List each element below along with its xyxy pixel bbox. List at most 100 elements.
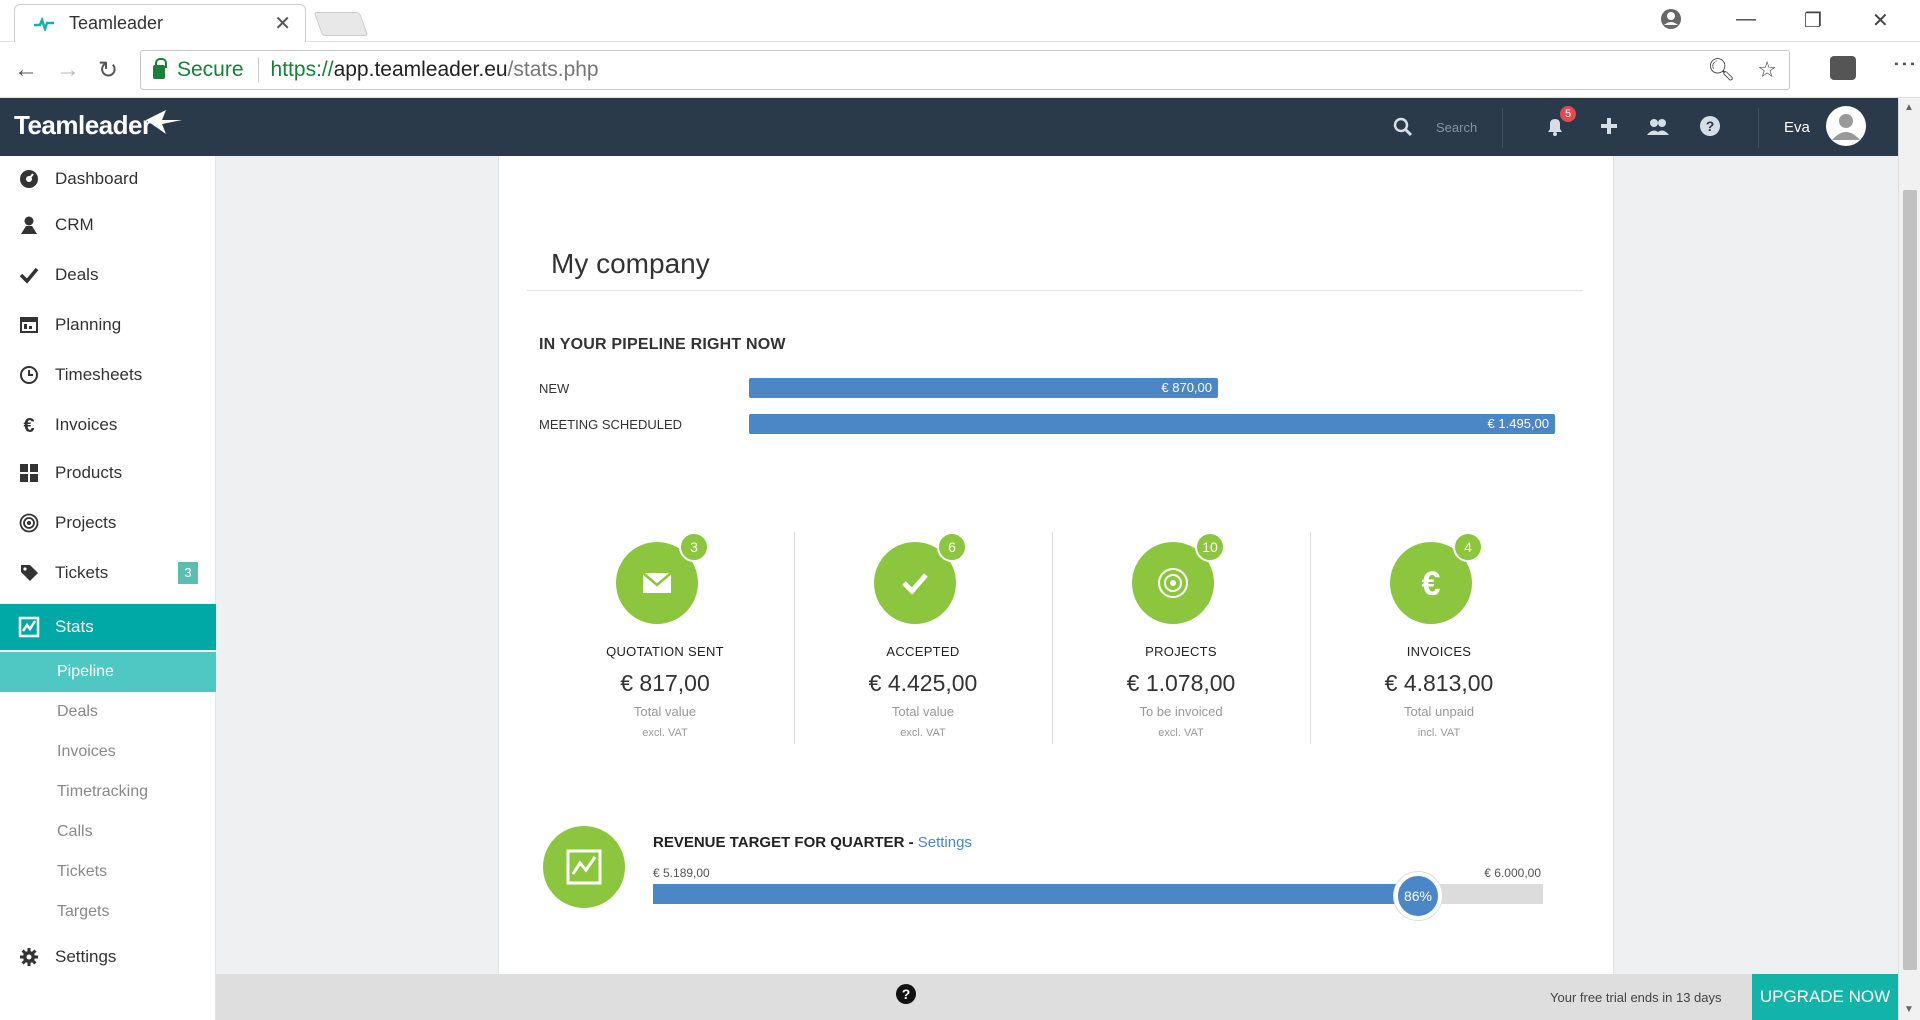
sidebar-item-label: Deals <box>55 265 99 284</box>
sidebar-subitem-label: Invoices <box>57 743 116 760</box>
envelope-icon <box>642 572 672 593</box>
address-divider <box>257 57 259 83</box>
address-bar[interactable]: Secure https:// app.teamleader.eu /stats… <box>140 50 1790 90</box>
sidebar-item-label: Timesheets <box>55 365 143 384</box>
help-icon[interactable]: ? <box>1698 114 1722 138</box>
sidebar-subitem-label: Calls <box>57 823 93 840</box>
revenue-settings-link[interactable]: Settings <box>918 834 972 851</box>
search-icon[interactable] <box>1392 116 1414 138</box>
tickets-count-badge: 3 <box>178 562 198 584</box>
checkmark-icon <box>902 573 928 595</box>
app-header: Teamleader Search 5 ? Eva <box>0 98 1898 156</box>
header-divider <box>1502 108 1503 148</box>
scroll-up-arrow-icon[interactable]: ▲ <box>1904 102 1914 113</box>
window-close-icon[interactable]: ✕ <box>1872 8 1889 33</box>
browser-menu-icon[interactable]: ⋮ <box>1890 52 1918 76</box>
sidebar-item-deals[interactable]: Deals <box>0 252 216 298</box>
header-divider <box>1758 108 1759 148</box>
pipeline-label-new: NEW <box>539 381 570 396</box>
search-input[interactable]: Search <box>1436 120 1477 135</box>
page-scrollbar[interactable]: ▲ ▼ <box>1898 98 1920 1020</box>
sidebar-item-planning[interactable]: Planning <box>0 302 216 348</box>
url-host: app.teamleader.eu <box>333 58 508 81</box>
clock-icon <box>20 366 38 384</box>
plus-icon[interactable] <box>1597 114 1621 138</box>
avatar[interactable] <box>1826 106 1866 146</box>
users-icon[interactable] <box>1646 114 1670 138</box>
kpi-subtitle: Total unpaid <box>1403 704 1475 719</box>
help-button[interactable]: ? <box>896 984 916 1004</box>
scroll-thumb[interactable] <box>1903 190 1917 970</box>
kpi-title: ACCEPTED <box>886 644 960 659</box>
pipeline-bar-meeting-scheduled[interactable]: € 1.495,00 <box>749 414 1555 434</box>
browser-tab[interactable]: Teamleader ✕ <box>14 4 306 42</box>
notification-badge: 5 <box>1560 106 1576 122</box>
svg-text:?: ? <box>1706 118 1715 134</box>
tag-icon <box>21 565 38 581</box>
pipeline-bar-new[interactable]: € 870,00 <box>749 378 1218 398</box>
sidebar-subitem-targets[interactable]: Targets <box>0 892 216 932</box>
main-content: My company IN YOUR PIPELINE RIGHT NOW NE… <box>216 156 1898 974</box>
sidebar-item-crm[interactable]: CRM <box>0 202 216 248</box>
back-arrow-icon[interactable]: ← <box>14 56 38 84</box>
kpi-invoices[interactable]: € 4 INVOICES € 4.813,00 Total unpaid inc… <box>1310 532 1568 744</box>
kpi-subtitle: Total value <box>633 704 697 719</box>
sidebar-subitem-timetracking[interactable]: Timetracking <box>0 772 216 812</box>
sidebar-item-products[interactable]: Products <box>0 450 216 496</box>
sidebar-item-projects[interactable]: Projects <box>0 500 216 546</box>
reload-icon[interactable]: ↻ <box>98 56 118 85</box>
zoom-icon[interactable]: 🔍︎ <box>1707 57 1735 83</box>
sidebar-item-label: Tickets <box>55 563 109 582</box>
upgrade-now-button[interactable]: UPGRADE NOW <box>1752 974 1898 1020</box>
bookmark-star-icon[interactable]: ☆ <box>1757 57 1777 83</box>
minimize-icon[interactable]: — <box>1736 8 1756 31</box>
sidebar-subitem-invoices[interactable]: Invoices <box>0 732 216 772</box>
restore-icon[interactable]: ❐ <box>1804 8 1822 33</box>
sidebar-item-label: CRM <box>55 215 94 234</box>
sidebar-subitem-deals[interactable]: Deals <box>0 692 216 732</box>
svg-text:€: € <box>1422 565 1441 603</box>
sidebar-item-invoices[interactable]: € Invoices <box>0 402 216 448</box>
sidebar-item-dashboard[interactable]: Dashboard <box>0 156 216 202</box>
pocket-extension-icon[interactable] <box>1830 56 1856 80</box>
revenue-progress-track: 86% <box>653 872 1543 920</box>
kpi-amount: € 4.813,00 <box>1384 670 1494 696</box>
revenue-percent-badge: 86% <box>1394 872 1442 920</box>
kpi-accepted[interactable]: 6 ACCEPTED € 4.425,00 Total value excl. … <box>794 532 1052 744</box>
sidebar-item-stats[interactable]: Stats <box>0 604 216 650</box>
kpi-vat-note: incl. VAT <box>1417 727 1461 739</box>
chart-icon <box>18 616 40 638</box>
grid-icon <box>20 464 38 482</box>
kpi-vat-note: excl. VAT <box>900 727 946 739</box>
kpi-title: QUOTATION SENT <box>606 644 724 659</box>
pipeline-heading: IN YOUR PIPELINE RIGHT NOW <box>539 336 786 353</box>
revenue-circle <box>543 826 625 908</box>
sidebar-item-timesheets[interactable]: Timesheets <box>0 352 216 398</box>
kpi-projects[interactable]: 10 PROJECTS € 1.078,00 To be invoiced ex… <box>1052 532 1310 744</box>
sidebar-subitem-calls[interactable]: Calls <box>0 812 216 852</box>
new-tab-button[interactable] <box>313 12 369 36</box>
sidebar-subitem-label: Pipeline <box>57 663 114 680</box>
profile-icon[interactable] <box>1660 8 1682 36</box>
sidebar-subitem-tickets[interactable]: Tickets <box>0 852 216 892</box>
sidebar-item-tickets[interactable]: Tickets 3 <box>0 550 216 596</box>
scroll-down-arrow-icon[interactable]: ▼ <box>1904 1004 1914 1015</box>
sidebar-subitem-label: Timetracking <box>57 783 148 800</box>
sidebar-subitem-pipeline[interactable]: Pipeline <box>0 652 216 692</box>
kpi-vat-note: excl. VAT <box>642 727 688 739</box>
kpi-amount: € 1.078,00 <box>1126 670 1236 696</box>
sidebar-item-label: Invoices <box>55 415 118 434</box>
kpi-count-badge: 4 <box>1453 532 1483 562</box>
teamleader-logo[interactable]: Teamleader <box>14 110 152 141</box>
tab-close-icon[interactable]: ✕ <box>274 11 291 36</box>
sidebar-item-settings[interactable]: Settings <box>0 934 216 980</box>
dashboard-icon <box>20 170 38 188</box>
kpi-quotation-sent[interactable]: 3 QUOTATION SENT € 817,00 Total value ex… <box>536 532 794 744</box>
url-path: /stats.php <box>507 58 599 81</box>
kpi-amount: € 4.425,00 <box>868 670 978 696</box>
sidebar-subitem-label: Targets <box>57 903 110 920</box>
forward-arrow-icon[interactable]: → <box>56 56 80 84</box>
checkmark-icon <box>19 267 39 284</box>
lock-icon <box>153 58 167 79</box>
user-name[interactable]: Eva <box>1784 119 1810 136</box>
